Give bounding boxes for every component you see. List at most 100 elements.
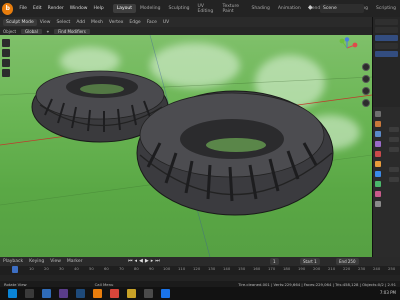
render-tab-icon[interactable] [375,121,381,127]
modifier-tab-icon[interactable] [375,171,381,177]
premiere-icon[interactable] [59,289,68,298]
outliner-item[interactable] [375,19,398,25]
snap-icon[interactable]: ⌖ [44,29,52,34]
menu-file[interactable]: File [16,6,30,11]
tab-sculpting[interactable]: Sculpting [165,4,194,13]
zoom-icon[interactable] [362,63,370,71]
tab-uv-editing[interactable]: UV Editing [194,2,219,16]
prev-key-icon[interactable]: ◂ [135,258,138,264]
outliner-item-selected[interactable] [375,51,398,57]
material-tab-icon[interactable] [375,191,381,197]
blender-logo-icon[interactable]: b [2,2,14,15]
app-icon[interactable] [144,289,153,298]
camera-view-icon[interactable] [362,87,370,95]
ruler-tick: 140 [223,266,231,271]
tire-large[interactable] [136,90,334,216]
header-uv[interactable]: UV [160,20,172,25]
outliner-item[interactable] [375,27,398,33]
timeline-playback-menu[interactable]: Playback [0,259,26,264]
viewport-header: Sculpt Mode View Select Add Mesh Vertex … [0,17,372,27]
start-frame-field[interactable]: Start 1 [300,258,320,265]
task-view-icon[interactable] [25,289,34,298]
timeline-view-menu[interactable]: View [47,259,64,264]
3d-viewport[interactable] [0,35,372,257]
status-call-menu: Call Menu [94,281,114,287]
modifier-search-field[interactable]: Find Modifiers [54,28,90,34]
property-field[interactable] [389,127,399,132]
tab-modeling[interactable]: Modeling [136,4,164,13]
mode-dropdown[interactable]: Sculpt Mode [3,18,37,26]
ruler-tick: 150 [238,266,246,271]
menu-help[interactable]: Help [90,6,106,11]
world-tab-icon[interactable] [375,151,381,157]
photoshop-icon[interactable] [76,289,85,298]
status-rotate-view: Rotate View [4,281,27,287]
tool-cursor-icon[interactable] [2,49,10,57]
outliner-item-selected[interactable] [375,35,398,41]
property-field[interactable] [389,177,399,182]
header-vertex[interactable]: Vertex [106,20,126,25]
property-field[interactable] [389,137,399,142]
app-icon[interactable] [161,289,170,298]
tab-scripting[interactable]: Scripting [372,4,400,13]
ruler-tick: 40 [74,266,79,271]
windows-start-icon[interactable] [8,289,17,298]
header-mesh[interactable]: Mesh [88,20,106,25]
end-frame-field[interactable]: End 250 [336,258,359,265]
ruler-tick: 210 [328,266,336,271]
tab-texture-paint[interactable]: Texture Paint [219,2,248,16]
menu-edit[interactable]: Edit [30,6,45,11]
menu-render[interactable]: Render [45,6,67,11]
ruler-tick: 220 [343,266,351,271]
header-select[interactable]: Select [53,20,73,25]
jump-start-icon[interactable]: ⏮ [128,258,133,264]
header-add[interactable]: Add [73,20,88,25]
timeline-ruler[interactable]: 0 10 20 30 40 50 60 70 80 90 100 110 120… [0,266,400,275]
ruler-tick: 180 [283,266,291,271]
next-key-icon[interactable]: ▸ [151,258,154,264]
play-icon[interactable]: ▶ [145,258,149,264]
outliner-item[interactable] [375,43,398,49]
tab-animation[interactable]: Animation [274,4,305,13]
jump-end-icon[interactable]: ⏭ [155,258,160,264]
timeline-keying-menu[interactable]: Keying [26,259,47,264]
property-field[interactable] [389,167,399,172]
edge-browser-icon[interactable] [42,289,51,298]
scene-selector[interactable]: Scene [320,4,364,13]
output-tab-icon[interactable] [375,131,381,137]
tool-rotate-icon[interactable] [2,69,10,77]
left-toolbar [2,39,10,79]
ruler-tick: 240 [373,266,381,271]
object-mode-label[interactable]: Object [0,29,19,34]
chrome-icon[interactable] [110,289,119,298]
object-tab-icon[interactable] [375,161,381,167]
tab-shading[interactable]: Shading [248,4,274,13]
header-view[interactable]: View [37,20,54,25]
data-tab-icon[interactable] [375,181,381,187]
tool-tab-icon[interactable] [375,111,381,117]
ruler-tick: 30 [59,266,64,271]
scene-tab-icon[interactable] [375,141,381,147]
property-field[interactable] [389,147,399,152]
system-tray-clock[interactable]: 7:03 PM [380,290,396,295]
blender-taskbar-icon[interactable] [93,289,102,298]
file-explorer-icon[interactable] [127,289,136,298]
header-edge[interactable]: Edge [126,20,143,25]
tool-select-icon[interactable] [2,39,10,47]
navigation-gizmo-icon[interactable] [336,37,358,59]
play-reverse-icon[interactable]: ◀ [139,258,143,264]
texture-tab-icon[interactable] [375,201,381,207]
header-face[interactable]: Face [144,20,160,25]
pan-icon[interactable] [362,75,370,83]
ruler-tick: 80 [134,266,139,271]
menu-window[interactable]: Window [67,6,91,11]
playhead[interactable] [12,266,18,273]
tool-move-icon[interactable] [2,59,10,67]
current-frame-field[interactable]: 1 [270,258,279,265]
timeline-marker-menu[interactable]: Marker [64,259,86,264]
perspective-toggle-icon[interactable] [362,99,370,107]
transform-orientation-dropdown[interactable]: Global [21,28,42,34]
ruler-tick: 170 [268,266,276,271]
tab-layout[interactable]: Layout [112,4,137,13]
blender-window: b File Edit Render Window Help Layout Mo… [0,0,400,300]
